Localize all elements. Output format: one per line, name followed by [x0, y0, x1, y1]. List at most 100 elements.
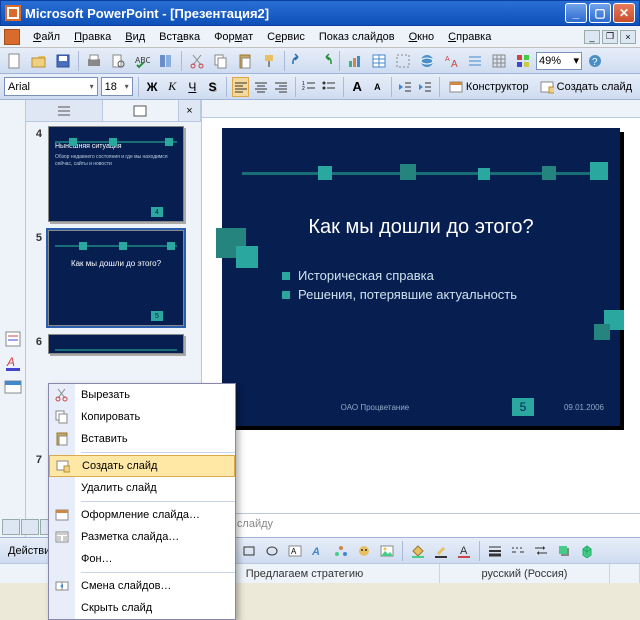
outline-tab[interactable] [26, 100, 103, 121]
font-size-combo[interactable]: 18▾ [101, 77, 133, 96]
menu-help[interactable]: Справка [441, 29, 498, 45]
numbering-button[interactable]: 12 [301, 77, 318, 97]
status-language[interactable]: русский (Россия) [440, 564, 610, 583]
design-strip-icon[interactable] [4, 378, 22, 396]
menu-window[interactable]: Окно [402, 29, 442, 45]
outline-icon[interactable] [4, 330, 22, 348]
slide-thumbnail-4[interactable]: Нынешняя ситуация Обзор недавнего состоя… [48, 126, 184, 222]
ctx-hide-slide[interactable]: Скрыть слайд [49, 597, 235, 619]
font-combo[interactable]: Arial▾ [4, 77, 98, 96]
minimize-button[interactable]: _ [565, 3, 587, 23]
insert-picture-tool[interactable] [377, 541, 397, 561]
menu-format[interactable]: Формат [207, 29, 260, 45]
notes-pane[interactable]: тки к слайду [202, 513, 640, 537]
panel-close[interactable]: × [179, 100, 201, 121]
menu-insert[interactable]: Вставка [152, 29, 207, 45]
normal-view-button[interactable] [2, 519, 20, 535]
ctx-background[interactable]: Фон… [49, 548, 235, 570]
ctx-transition[interactable]: Смена слайдов… [49, 575, 235, 597]
format-painter-button[interactable] [258, 50, 280, 72]
undo-button[interactable] [289, 50, 311, 72]
ctx-slide-design[interactable]: Оформление слайда… [49, 504, 235, 526]
color-button[interactable] [512, 50, 534, 72]
arrow-style-tool[interactable] [531, 541, 551, 561]
ctx-new-slide[interactable]: Создать слайд [49, 455, 235, 477]
shadow-button[interactable]: S [204, 77, 221, 97]
oval-tool[interactable] [262, 541, 282, 561]
align-left-button[interactable] [232, 77, 249, 97]
mdi-close[interactable]: × [620, 30, 636, 44]
expand-all-button[interactable]: AA [440, 50, 462, 72]
decrease-indent-button[interactable] [397, 77, 414, 97]
mdi-icon[interactable] [4, 29, 20, 45]
increase-indent-button[interactable] [417, 77, 434, 97]
wordart-tool[interactable]: A [308, 541, 328, 561]
clipart-tool[interactable] [354, 541, 374, 561]
slide-thumbnail-6[interactable] [48, 334, 184, 354]
menu-file[interactable]: Файл [26, 29, 67, 45]
italic-button[interactable]: К [164, 77, 181, 97]
show-formatting-button[interactable] [464, 50, 486, 72]
font-color-tool[interactable]: A [454, 541, 474, 561]
sorter-view-button[interactable] [21, 519, 39, 535]
new-slide-button[interactable]: Создать слайд [536, 77, 636, 97]
align-right-button[interactable] [273, 77, 290, 97]
show-grid-button[interactable] [488, 50, 510, 72]
insert-hyperlink-button[interactable] [416, 50, 438, 72]
mdi-restore[interactable]: ❐ [602, 30, 618, 44]
new-doc-button[interactable] [4, 50, 26, 72]
tables-borders-button[interactable] [392, 50, 414, 72]
slide-title[interactable]: Как мы дошли до этого? [222, 216, 620, 239]
maximize-button[interactable]: ▢ [589, 3, 611, 23]
ctx-paste[interactable]: Вставить [49, 428, 235, 450]
insert-table-button[interactable] [368, 50, 390, 72]
increase-font-button[interactable]: A [349, 77, 366, 97]
copy-button[interactable] [210, 50, 232, 72]
dash-style-tool[interactable] [508, 541, 528, 561]
font-color-strip-icon[interactable]: A [4, 354, 22, 372]
3d-style-tool[interactable] [577, 541, 597, 561]
print-preview-button[interactable] [107, 50, 129, 72]
thumb-number: 5 [30, 230, 42, 326]
rectangle-tool[interactable] [239, 541, 259, 561]
slide-design-button[interactable]: Конструктор [445, 77, 533, 97]
line-style-tool[interactable] [485, 541, 505, 561]
paste-button[interactable] [234, 50, 256, 72]
ctx-cut[interactable]: Вырезать [49, 384, 235, 406]
menu-bar: Файл Правка Вид Вставка Формат Сервис По… [0, 26, 640, 48]
ctx-copy[interactable]: Копировать [49, 406, 235, 428]
underline-button[interactable]: Ч [184, 77, 201, 97]
redo-button[interactable] [313, 50, 335, 72]
align-center-button[interactable] [252, 77, 269, 97]
cut-button[interactable] [186, 50, 208, 72]
menu-edit[interactable]: Правка [67, 29, 118, 45]
slide-thumbnail-5[interactable]: Как мы дошли до этого? 5 [48, 230, 184, 326]
print-button[interactable] [83, 50, 105, 72]
decrease-font-button[interactable]: A [369, 77, 386, 97]
slide-body[interactable]: Историческая справка Решения, потерявшие… [282, 268, 600, 306]
ctx-slide-layout[interactable]: Разметка слайда… [49, 526, 235, 548]
zoom-combo[interactable]: 49%▾ [536, 52, 582, 70]
diagram-tool[interactable] [331, 541, 351, 561]
slides-tab[interactable] [103, 100, 180, 121]
mdi-minimize[interactable]: _ [584, 30, 600, 44]
menu-slideshow[interactable]: Показ слайдов [312, 29, 402, 45]
menu-view[interactable]: Вид [118, 29, 152, 45]
spellcheck-button[interactable]: ABC [131, 50, 153, 72]
bold-button[interactable]: Ж [144, 77, 161, 97]
line-color-tool[interactable] [431, 541, 451, 561]
slide-canvas[interactable]: Как мы дошли до этого? Историческая спра… [202, 118, 640, 513]
close-button[interactable]: ✕ [613, 3, 635, 23]
ctx-delete-slide[interactable]: Удалить слайд [49, 477, 235, 499]
current-slide[interactable]: Как мы дошли до этого? Историческая спра… [222, 128, 620, 426]
fill-color-tool[interactable] [408, 541, 428, 561]
menu-tools[interactable]: Сервис [260, 29, 312, 45]
open-button[interactable] [28, 50, 50, 72]
research-button[interactable] [155, 50, 177, 72]
shadow-style-tool[interactable] [554, 541, 574, 561]
textbox-tool[interactable]: A [285, 541, 305, 561]
insert-chart-button[interactable] [344, 50, 366, 72]
bullets-button[interactable] [321, 77, 338, 97]
save-button[interactable] [52, 50, 74, 72]
help-button[interactable]: ? [584, 50, 606, 72]
